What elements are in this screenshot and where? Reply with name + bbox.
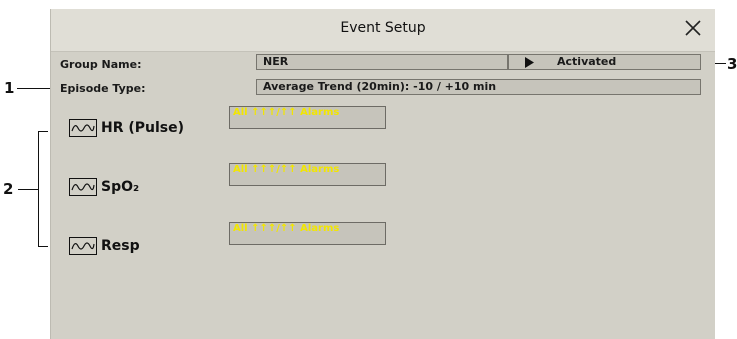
alarm-setting-resp[interactable]: All ↑↑↑/↑↑ Alarms	[229, 222, 386, 245]
callout-3: 3	[727, 55, 737, 73]
group-name-label: Group Name:	[60, 58, 142, 71]
alarm-setting-value: All ↑↑↑/↑↑ Alarms	[233, 223, 340, 234]
waveform-icon	[69, 237, 97, 255]
dialog-title: Event Setup	[340, 20, 426, 36]
param-name: Resp	[101, 238, 140, 254]
alarm-setting-value: All ↑↑↑/↑↑ Alarms	[233, 164, 340, 175]
group-name-field[interactable]: NER	[256, 54, 508, 70]
activation-toggle[interactable]: Activated	[508, 54, 701, 70]
episode-type-field[interactable]: Average Trend (20min): -10 / +10 min	[256, 79, 701, 95]
play-icon	[525, 57, 534, 68]
callout-2-bracket-top	[38, 131, 48, 132]
event-setup-dialog: Event Setup Group Name: NER Activated Ep…	[50, 9, 715, 339]
group-name-value: NER	[263, 55, 289, 68]
episode-type-value: Average Trend (20min): -10 / +10 min	[263, 80, 497, 93]
callout-2-leader	[18, 189, 38, 190]
param-spo2: SpO₂	[69, 178, 139, 196]
callout-2-bracket-vertical	[38, 131, 39, 246]
param-name: HR (Pulse)	[101, 120, 185, 136]
alarm-setting-hr[interactable]: All ↑↑↑/↑↑ Alarms	[229, 106, 386, 129]
callout-1: 1	[4, 79, 15, 97]
waveform-icon	[69, 119, 97, 137]
param-resp: Resp	[69, 237, 140, 255]
dialog-titlebar: Event Setup	[51, 9, 715, 52]
callout-2-bracket-bottom	[38, 246, 48, 247]
close-icon[interactable]	[681, 16, 705, 40]
activation-status: Activated	[557, 55, 617, 68]
callout-2: 2	[3, 180, 14, 198]
waveform-icon	[69, 178, 97, 196]
episode-type-label: Episode Type:	[60, 82, 146, 95]
param-hr: HR (Pulse)	[69, 119, 184, 137]
alarm-setting-spo2[interactable]: All ↑↑↑/↑↑ Alarms	[229, 163, 386, 186]
alarm-setting-value: All ↑↑↑/↑↑ Alarms	[233, 107, 340, 118]
param-name: SpO₂	[101, 179, 140, 195]
